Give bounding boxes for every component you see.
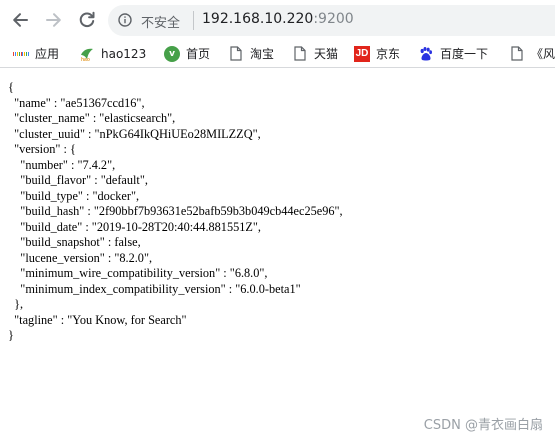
bookmark-feng[interactable]: 《风: [509, 44, 555, 63]
json-line: "version" : {: [8, 142, 76, 156]
omnibox-divider: [193, 11, 194, 30]
info-icon[interactable]: [118, 13, 132, 27]
bookmark-label: 天猫: [314, 47, 339, 61]
bookmark-label: 淘宝: [250, 47, 275, 61]
page-icon: [228, 46, 244, 62]
bookmark-label: 百度一下: [440, 47, 489, 61]
bookmarks-bar: 应用 hao hao123 v 首页 淘宝 天猫 JD 京东 百度一下 《风: [0, 40, 555, 68]
json-response: { "name" : "ae51367ccd16", "cluster_name…: [8, 80, 343, 344]
browser-toolbar: 不安全 192.168.10.220:9200: [0, 0, 555, 40]
json-line: "tagline" : "You Know, for Search": [8, 312, 187, 327]
bookmark-label: 应用: [35, 47, 60, 61]
json-line: "build_hash" : "2f90bbf7b93631e52bafb59b…: [8, 204, 343, 218]
watermark: CSDN @青衣画白扇: [423, 418, 543, 433]
forward-button[interactable]: [42, 8, 66, 32]
bookmark-label: 《风: [531, 47, 555, 61]
bookmark-label: 京东: [376, 47, 401, 61]
json-line: "build_flavor" : "default",: [8, 173, 148, 187]
bookmark-apps[interactable]: 应用: [13, 44, 59, 63]
json-line: "build_date" : "2019-10-28T20:40:44.8815…: [8, 219, 262, 234]
json-line: "build_snapshot" : false,: [8, 235, 141, 249]
bookmark-tmall[interactable]: 天猫: [292, 44, 338, 63]
bookmark-jd[interactable]: JD 京东: [354, 44, 400, 63]
home-icon: v: [164, 45, 180, 62]
bookmark-taobao[interactable]: 淘宝: [228, 44, 274, 63]
security-label[interactable]: 不安全: [141, 12, 180, 31]
bookmark-hao123[interactable]: hao hao123: [79, 44, 146, 63]
json-line: {: [8, 80, 14, 94]
json-line: "lucene_version" : "8.2.0",: [8, 250, 153, 265]
json-line: "name" : "ae51367ccd16",: [8, 95, 145, 110]
json-line: "cluster_uuid" : "nPkG64IkQHiUEo28MILZZQ…: [8, 126, 261, 141]
reload-icon: [79, 11, 95, 28]
bookmark-home[interactable]: v 首页: [164, 44, 210, 63]
bookmark-label: hao123: [101, 46, 147, 61]
apps-grid-icon: [13, 46, 30, 62]
forward-arrow-icon: [46, 13, 61, 27]
json-line: "minimum_wire_compatibility_version" : "…: [8, 266, 268, 280]
json-line: },: [8, 297, 24, 311]
baidu-paw-icon: [418, 46, 434, 62]
hao123-icon: hao: [79, 46, 95, 62]
url-host: 192.168.10.220: [202, 11, 314, 27]
svg-text:hao: hao: [81, 57, 90, 62]
page-icon: [509, 46, 525, 62]
address-bar[interactable]: 不安全 192.168.10.220:9200: [108, 5, 555, 36]
json-line: "number" : "7.4.2",: [8, 157, 116, 172]
json-line: "cluster_name" : "elasticsearch",: [8, 111, 176, 125]
url-port: :9200: [313, 11, 354, 27]
bookmark-baidu[interactable]: 百度一下: [418, 44, 488, 63]
page-icon: [292, 46, 308, 62]
json-line: "build_type" : "docker",: [8, 188, 140, 203]
url-text[interactable]: 192.168.10.220:9200: [202, 11, 354, 27]
reload-button[interactable]: [75, 8, 99, 32]
json-line: "minimum_index_compatibility_version" : …: [8, 281, 301, 296]
bookmark-label: 首页: [186, 47, 211, 61]
json-line: }: [8, 328, 14, 342]
jd-icon: JD: [354, 45, 370, 62]
back-arrow-icon: [13, 13, 28, 27]
back-button[interactable]: [8, 8, 32, 32]
